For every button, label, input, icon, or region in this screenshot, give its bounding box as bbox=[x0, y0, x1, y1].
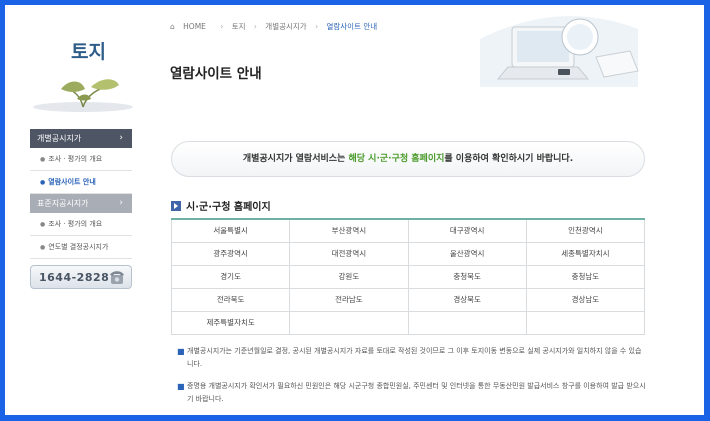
bullet-icon: ● bbox=[40, 156, 46, 163]
region-link[interactable]: 경기도 bbox=[170, 264, 291, 289]
sidebar-nav: 개별공시지가 › ● 조사 · 평가의 개요 ● 열람사이트 안내 표준지공시지가 … bbox=[30, 129, 132, 259]
table-row: 전라북도 전라남도 경상북도 경상남도 bbox=[170, 287, 646, 312]
bullet-icon: ■ bbox=[177, 382, 185, 391]
submenu-survey-overview[interactable]: ● 조사 · 평가의 개요 bbox=[30, 148, 132, 171]
region-link[interactable]: 서울특별시 bbox=[170, 218, 291, 243]
bullet-icon: ● bbox=[40, 244, 46, 251]
region-link[interactable]: 경상북도 bbox=[407, 287, 527, 312]
section-brand-title: 토지 bbox=[71, 41, 106, 63]
section-arrow-icon bbox=[171, 201, 181, 211]
telephone-icon bbox=[110, 271, 124, 284]
region-link[interactable]: 울산광역시 bbox=[407, 241, 527, 266]
menu-standard-land-price[interactable]: 표준지공시지가 › bbox=[30, 194, 132, 213]
empty-cell bbox=[525, 310, 646, 335]
region-link[interactable]: 세종특별자치시 bbox=[525, 241, 646, 266]
region-link[interactable]: 광주광역시 bbox=[170, 241, 291, 266]
region-link[interactable]: 부산광역시 bbox=[289, 218, 409, 243]
page-frame: 토지 개별공시지가 › ● 조사 · 평가의 개요 ● 열람사이트 안내 표준지공시… bbox=[5, 5, 704, 415]
phone-number: 1644-2828 bbox=[39, 271, 110, 284]
region-link[interactable]: 대구광역시 bbox=[407, 218, 527, 243]
phone-banner: 1644-2828 bbox=[30, 265, 132, 289]
note-item: ■ 개별공시지가는 기준년월일로 결정, 공시된 개별공시지가 자료를 토대로 작… bbox=[177, 347, 642, 368]
region-link[interactable]: 경상남도 bbox=[525, 287, 646, 312]
region-link[interactable]: 충청남도 bbox=[525, 264, 646, 289]
chevron-right-icon: › bbox=[119, 198, 123, 208]
region-link[interactable]: 전라북도 bbox=[170, 287, 291, 312]
empty-cell bbox=[407, 310, 527, 335]
submenu-viewing-sites[interactable]: ● 열람사이트 안내 bbox=[30, 171, 132, 194]
bullet-icon: ● bbox=[40, 179, 46, 186]
laptop-illustration-icon bbox=[480, 16, 639, 87]
notice-banner: 개별공시지가 열람서비스는 해당 시·군·구청 홈페이지를 이용하여 확인하시기… bbox=[171, 141, 645, 177]
region-link[interactable]: 제주특별자치도 bbox=[170, 310, 291, 335]
table-row: 광주광역시 대전광역시 울산광역시 세종특별자치시 bbox=[170, 241, 646, 266]
table-row: 서울특별시 부산광역시 대구광역시 인천광역시 bbox=[170, 218, 646, 243]
table-row: 제주특별자치도 bbox=[170, 310, 646, 335]
section-title: 시·군·구청 홈페이지 bbox=[171, 198, 271, 213]
submenu-standard-survey-overview[interactable]: ● 조사 · 평가의 개요 bbox=[30, 213, 132, 236]
region-link[interactable]: 인천광역시 bbox=[525, 218, 646, 243]
notice-highlight: 해당 시·군·구청 홈페이지 bbox=[348, 154, 445, 164]
empty-cell bbox=[289, 310, 409, 335]
breadcrumb-item-land[interactable]: 토지 bbox=[232, 22, 246, 31]
plant-illustration-icon bbox=[33, 79, 133, 112]
home-icon: ⌂ bbox=[170, 22, 175, 31]
breadcrumb: ⌂ HOME › 토지 › 개별공시지가 › 열람사이트 안내 bbox=[170, 21, 383, 32]
region-link[interactable]: 강원도 bbox=[289, 264, 409, 289]
breadcrumb-item-individual-price[interactable]: 개별공시지가 bbox=[265, 22, 306, 31]
table-row: 경기도 강원도 충청북도 충청남도 bbox=[170, 264, 646, 289]
region-link[interactable]: 대전광역시 bbox=[289, 241, 409, 266]
chevron-right-icon: › bbox=[119, 133, 123, 143]
region-links-table: 서울특별시 부산광역시 대구광역시 인천광역시 광주광역시 대전광역시 울산광역… bbox=[170, 218, 646, 335]
notes-list: ■ 개별공시지가는 기준년월일로 결정, 공시된 개별공시지가 자료를 토대로 작… bbox=[177, 345, 647, 415]
breadcrumb-separator: › bbox=[253, 22, 257, 31]
breadcrumb-item-current: 열람사이트 안내 bbox=[326, 22, 378, 31]
region-link[interactable]: 충청북도 bbox=[407, 264, 527, 289]
page-title: 열람사이트 안내 bbox=[170, 66, 262, 82]
home-link[interactable]: ⌂ HOME bbox=[170, 22, 212, 31]
region-link[interactable]: 전라남도 bbox=[289, 287, 409, 312]
submenu-yearly-prices[interactable]: ● 연도별 결정공시지가 bbox=[30, 236, 132, 259]
note-item: ■ 증명용 개별공시지가 확인서가 필요하신 민원인은 해당 시군구청 종합민원실… bbox=[177, 382, 646, 403]
bullet-icon: ● bbox=[40, 221, 46, 228]
bullet-icon: ■ bbox=[177, 347, 185, 356]
breadcrumb-separator: › bbox=[220, 22, 224, 31]
breadcrumb-separator: › bbox=[315, 22, 319, 31]
menu-individual-land-price[interactable]: 개별공시지가 › bbox=[30, 129, 132, 148]
